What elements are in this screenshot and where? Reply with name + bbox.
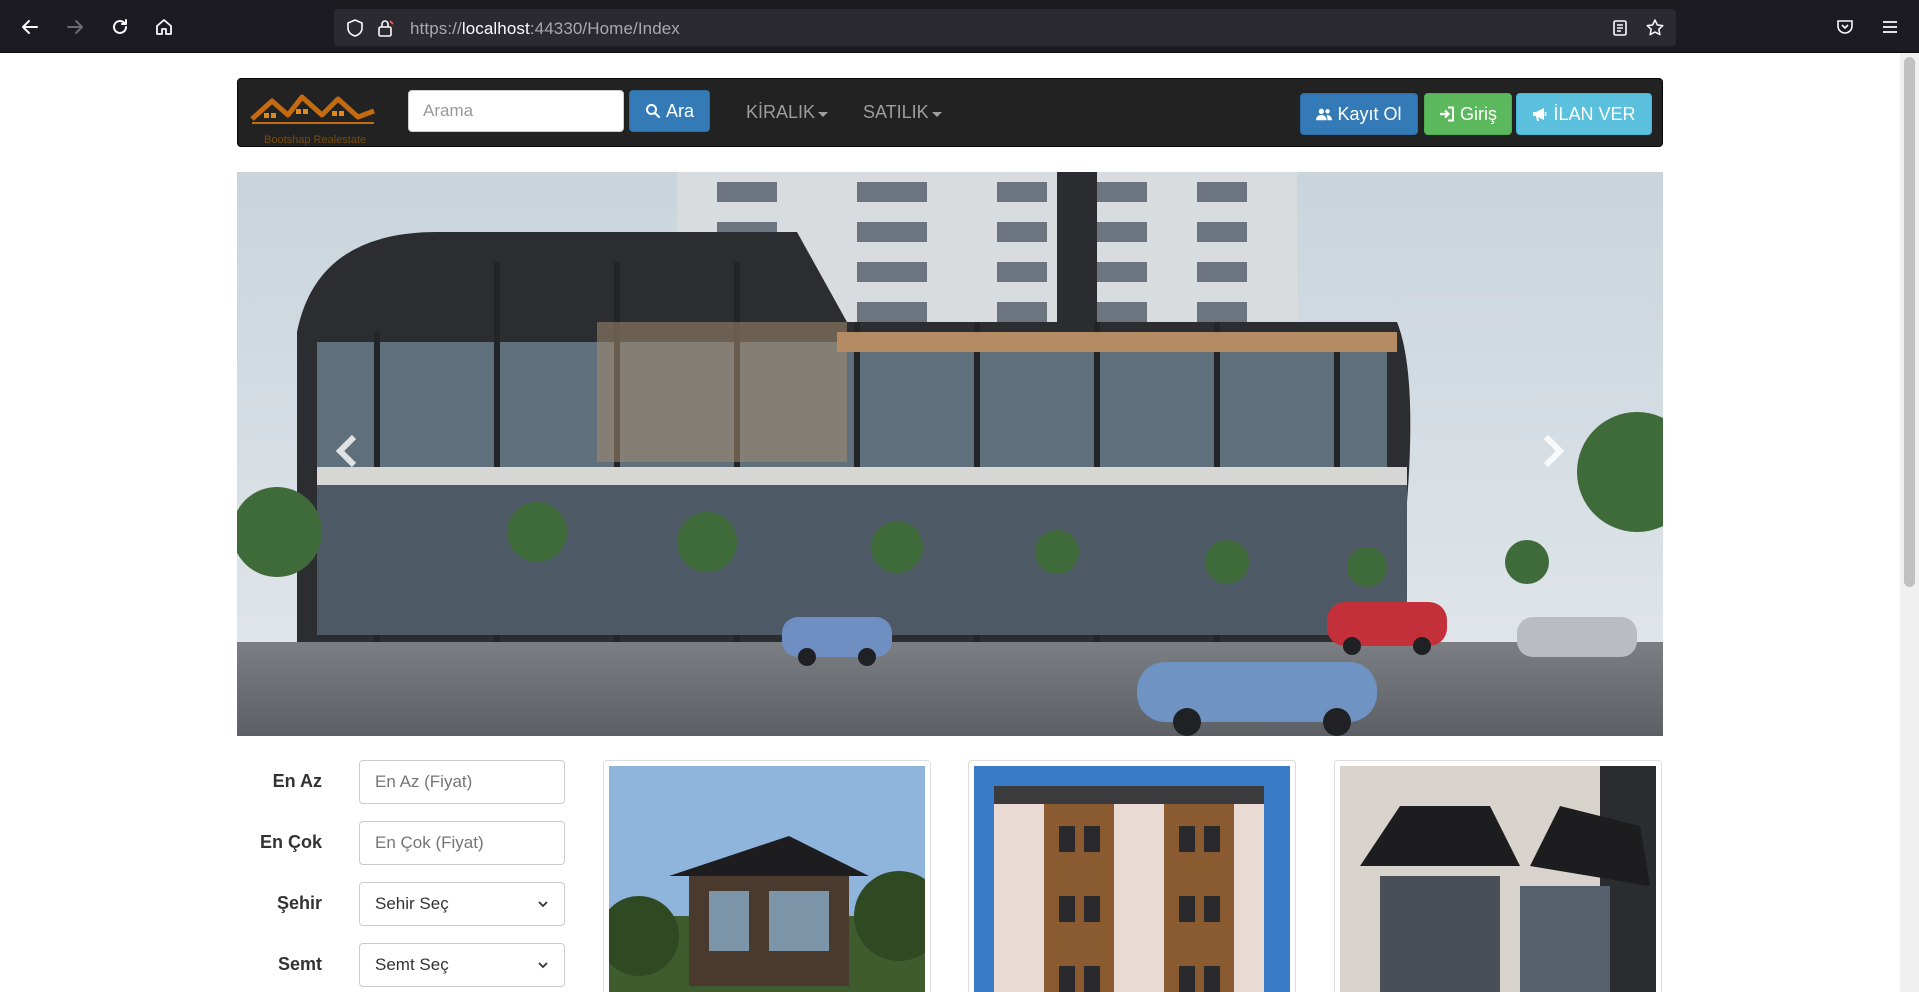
users-icon (1316, 108, 1333, 121)
apartment-photo (974, 766, 1290, 992)
min-price-label: En Az (272, 771, 322, 791)
home-button[interactable] (149, 12, 179, 42)
reload-icon (113, 19, 127, 34)
chevron-left-icon (335, 434, 357, 468)
site-navbar: Bootshap Realestate Ara KİRALIK SATILIK … (237, 78, 1663, 147)
search-button[interactable]: Ara (629, 90, 710, 132)
district-select-value: Semt Seç (375, 955, 449, 974)
search-button-label: Ara (665, 100, 694, 121)
forward-button[interactable] (60, 12, 90, 42)
listing-card[interactable] (1334, 760, 1662, 992)
reload-button[interactable] (105, 12, 135, 42)
search-input[interactable] (408, 90, 624, 132)
site-logo[interactable]: Bootshap Realestate (250, 89, 378, 146)
district-select[interactable]: Semt Seç (359, 943, 565, 987)
login-button-label: Giriş (1460, 103, 1497, 124)
cafe-photo (1340, 766, 1656, 992)
register-button-label: Kayıt Ol (1337, 103, 1402, 124)
district-label: Semt (277, 954, 322, 974)
city-label: Şehir (276, 893, 322, 913)
listing-card[interactable] (968, 760, 1296, 992)
url-text: https://localhost:44330/Home/Index (410, 19, 680, 39)
carousel-prev[interactable] (327, 426, 367, 476)
chevron-down-icon (538, 901, 548, 908)
page-scrollbar[interactable] (1900, 53, 1919, 992)
address-bar[interactable]: https://localhost:44330/Home/Index (334, 9, 1676, 46)
bullhorn-icon (1533, 108, 1547, 121)
scrollbar-thumb[interactable] (1904, 57, 1915, 587)
max-price-input[interactable] (359, 821, 565, 865)
browser-toolbar: https://localhost:44330/Home/Index (0, 0, 1919, 53)
arrow-left-icon (22, 20, 38, 34)
listing-thumbnail[interactable] (1340, 766, 1656, 992)
listing-thumbnail[interactable] (609, 766, 925, 992)
web-page: Bootshap Realestate Ara KİRALIK SATILIK … (0, 53, 1900, 992)
chevron-right-icon (1543, 434, 1565, 468)
menu-kiralik[interactable]: KİRALIK (746, 102, 829, 123)
hero-carousel[interactable] (237, 172, 1663, 736)
post-ad-button[interactable]: İLAN VER (1516, 93, 1652, 135)
city-select-value: Sehir Seç (375, 894, 449, 913)
login-button[interactable]: Giriş (1424, 93, 1512, 135)
carousel-next[interactable] (1533, 426, 1573, 476)
menu-kiralik-label: KİRALIK (746, 102, 816, 122)
menu-satilik-label: SATILIK (863, 102, 929, 122)
caret-down-icon (818, 111, 829, 117)
post-ad-button-label: İLAN VER (1553, 103, 1636, 124)
min-price-input[interactable] (359, 760, 565, 804)
villa-photo (609, 766, 925, 992)
pocket-icon[interactable] (1832, 14, 1858, 40)
chevron-down-icon (538, 962, 548, 969)
shield-icon[interactable] (344, 17, 366, 39)
listing-card[interactable] (603, 760, 931, 992)
back-button[interactable] (15, 12, 45, 42)
listing-thumbnail[interactable] (974, 766, 1290, 992)
url-path: :44330/Home/Index (529, 19, 680, 38)
menu-icon[interactable] (1877, 14, 1903, 40)
city-select[interactable]: Sehir Seç (359, 882, 565, 926)
house-roof-logo-icon (250, 94, 375, 124)
url-scheme: https:// (410, 19, 462, 38)
sign-in-icon (1440, 106, 1454, 122)
menu-satilik[interactable]: SATILIK (863, 102, 942, 123)
arrow-right-icon (67, 20, 83, 34)
building-photo (237, 172, 1663, 736)
url-host: localhost (461, 19, 530, 38)
caret-down-icon (931, 111, 942, 117)
home-icon (156, 19, 172, 35)
logo-text: Bootshap Realestate (264, 134, 367, 146)
search-icon (645, 104, 661, 119)
max-price-label: En Çok (259, 832, 322, 852)
reader-view-icon[interactable] (1609, 17, 1631, 39)
star-icon[interactable] (1644, 17, 1666, 39)
register-button[interactable]: Kayıt Ol (1300, 93, 1418, 135)
lock-icon[interactable] (374, 17, 396, 39)
